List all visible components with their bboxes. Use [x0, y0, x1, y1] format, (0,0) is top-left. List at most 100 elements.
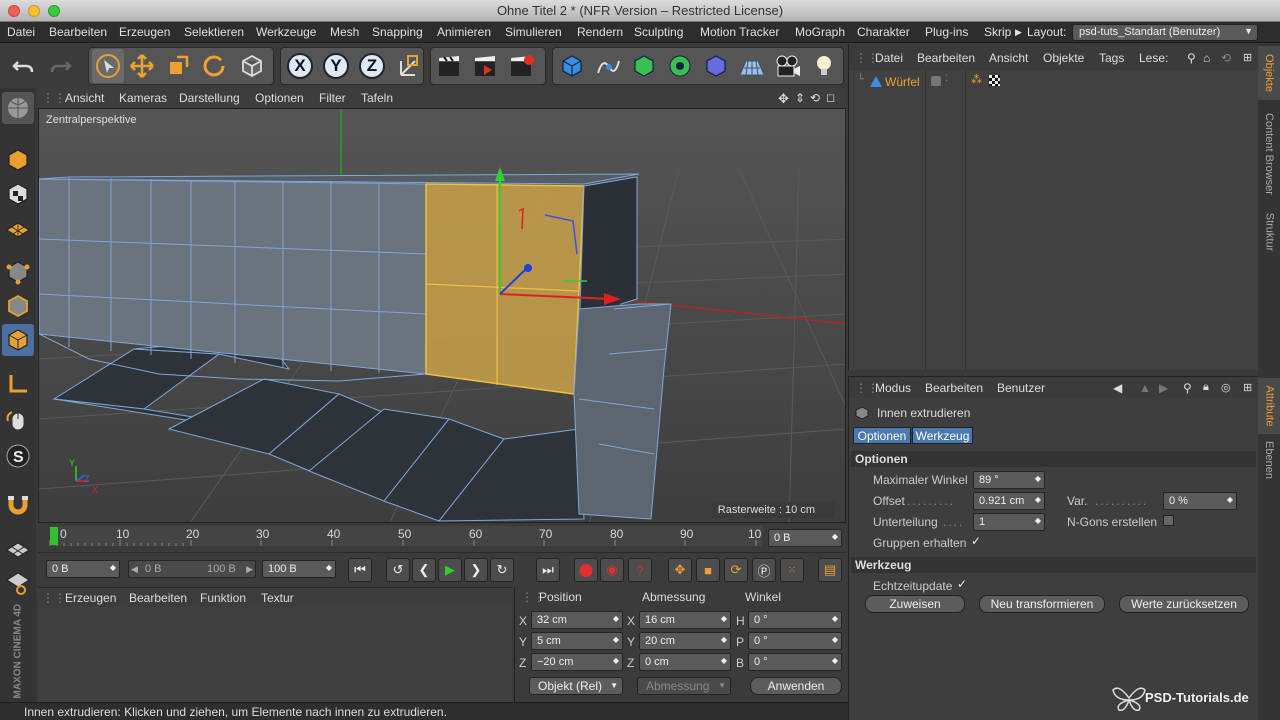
range-right-arrow-icon[interactable]: ▶ — [246, 564, 253, 575]
cloner-button[interactable] — [664, 49, 696, 83]
tab-attribute[interactable]: Attribute — [1258, 378, 1280, 434]
move-button[interactable] — [126, 49, 158, 83]
snap-button[interactable]: S — [2, 440, 34, 472]
reset-values-button[interactable]: Werte zurücksetzen — [1119, 595, 1249, 613]
ngons-checkbox[interactable] — [1163, 515, 1174, 526]
texture-tag-icon[interactable] — [989, 75, 1000, 86]
menu-selektieren[interactable]: Selektieren — [184, 25, 244, 39]
material-menu-funktion[interactable]: Funktion — [200, 591, 246, 605]
size-y-field[interactable]: 20 cm ◆ — [639, 632, 731, 650]
viewport-pan-icon[interactable]: ✥ — [778, 91, 789, 107]
object-list[interactable]: └ Würfel ⁚ ⁂ — [848, 70, 1258, 370]
material-menu-erzeugen[interactable]: Erzeugen — [65, 591, 116, 605]
make-editable-button[interactable] — [2, 92, 34, 124]
object-name[interactable]: Würfel — [885, 75, 920, 89]
forward-arrow-icon[interactable]: ▶ — [1159, 381, 1168, 395]
viewport-menu-ansicht[interactable]: Ansicht — [65, 91, 104, 105]
key-scale-button[interactable]: ■ — [696, 558, 720, 582]
search-icon[interactable]: ⚲ — [1183, 381, 1192, 395]
object-row-wuerfel[interactable]: └ Würfel — [857, 74, 927, 90]
subdivision-field[interactable]: 1 ◆ — [973, 513, 1045, 531]
new-window-icon[interactable]: ⊞ — [1243, 51, 1252, 64]
deformer-button[interactable] — [700, 49, 732, 83]
menu-overflow-arrow-icon[interactable]: ▶ — [1015, 27, 1022, 38]
rot-h-field[interactable]: 0 ° ◆ — [748, 611, 842, 629]
timeline-window-button[interactable]: ▤ — [818, 558, 842, 582]
rot-b-field[interactable]: 0 ° ◆ — [748, 653, 842, 671]
assign-button[interactable]: Zuweisen — [865, 595, 965, 613]
tab-objekte[interactable]: Objekte — [1258, 46, 1280, 100]
tab-werkzeug[interactable]: Werkzeug — [912, 427, 973, 444]
menu-werkzeuge[interactable]: Werkzeuge — [256, 25, 316, 39]
previous-frame-button[interactable]: ❮ — [412, 558, 436, 582]
timeline[interactable]: 0 10 20 30 40 50 60 70 80 90 100 0 B ◆ — [38, 524, 846, 552]
back-icon[interactable]: ⟲ — [1221, 51, 1231, 65]
variation-field[interactable]: 0 % ◆ — [1163, 492, 1237, 510]
record-keys-button[interactable]: ⬤ — [574, 558, 598, 582]
previous-key-button[interactable]: ↺ — [386, 558, 410, 582]
play-button[interactable]: ▶ — [438, 558, 462, 582]
edge-mode-button[interactable] — [2, 290, 34, 322]
tweak-mode-button[interactable] — [2, 404, 34, 436]
render-view-button[interactable] — [434, 49, 466, 83]
camera-button[interactable] — [772, 49, 804, 83]
viewport-menu-darstellung[interactable]: Darstellung — [179, 91, 240, 105]
size-x-field[interactable]: 16 cm ◆ — [639, 611, 731, 629]
point-mode-button[interactable] — [2, 256, 34, 288]
cube-object-button[interactable] — [556, 49, 588, 83]
texture-mode-button[interactable] — [2, 178, 34, 210]
range-left-arrow-icon[interactable]: ◀ — [131, 564, 138, 575]
material-menu-bearbeiten[interactable]: Bearbeiten — [129, 591, 187, 605]
range-slider[interactable]: ◀ 0 B 100 B ▶ — [128, 560, 256, 578]
next-frame-button[interactable]: ❯ — [464, 558, 488, 582]
keep-groups-checkbox[interactable]: ✓ — [971, 534, 981, 548]
size-z-field[interactable]: 0 cm ◆ — [639, 653, 731, 671]
new-window-icon[interactable]: ⊞ — [1243, 381, 1252, 394]
subdivision-surface-button[interactable] — [628, 49, 660, 83]
section-optionen[interactable]: Optionen — [851, 451, 1256, 467]
menu-animieren[interactable]: Animieren — [437, 25, 491, 39]
spline-pen-button[interactable] — [592, 49, 624, 83]
key-parameter-button[interactable]: Ⓟ — [752, 558, 776, 582]
stepper-icon[interactable]: ◆ — [613, 614, 619, 623]
scale-button[interactable] — [162, 49, 194, 83]
visibility-dots-icon[interactable]: ⁚ — [945, 73, 948, 84]
workplane-mode-button[interactable] — [2, 212, 34, 244]
stepper-icon[interactable]: ◆ — [1227, 495, 1233, 504]
stepper-icon[interactable]: ◆ — [832, 635, 838, 644]
menu-motion-tracker[interactable]: Motion Tracker — [700, 25, 779, 39]
object-menu-bearbeiten[interactable]: Bearbeiten — [917, 51, 975, 65]
menu-rendern[interactable]: Rendern — [577, 25, 623, 39]
lock-icon[interactable]: 🔒︎ — [1203, 381, 1209, 394]
tab-content-browser[interactable]: Content Browser — [1258, 104, 1280, 204]
stepper-icon[interactable]: ◆ — [110, 563, 116, 572]
viewport-dolly-icon[interactable]: ⇕ — [795, 91, 805, 105]
model-mode-button[interactable] — [2, 144, 34, 176]
phong-tag-icon[interactable]: ⁂ — [971, 73, 982, 86]
coordinate-mode-select[interactable]: Objekt (Rel) ▼ — [529, 677, 623, 695]
object-menu-objekte[interactable]: Objekte — [1043, 51, 1084, 65]
workplane-rotate-button[interactable] — [2, 566, 34, 598]
layer-icon[interactable] — [931, 76, 941, 86]
stepper-icon[interactable]: ◆ — [721, 614, 727, 623]
apply-button[interactable]: Anwenden — [750, 677, 842, 695]
workplane-lock-button[interactable] — [2, 532, 34, 564]
floor-button[interactable] — [736, 49, 768, 83]
stepper-icon[interactable]: ◆ — [1035, 495, 1041, 504]
stepper-icon[interactable]: ◆ — [721, 656, 727, 665]
go-to-end-button[interactable]: ⏭ — [536, 558, 560, 582]
polygon-mode-button[interactable] — [2, 324, 34, 356]
viewport-menu-tafeln[interactable]: Tafeln — [361, 91, 393, 105]
target-icon[interactable]: ◎ — [1221, 381, 1231, 394]
menu-erzeugen[interactable]: Erzeugen — [119, 25, 170, 39]
stepper-icon[interactable]: ◆ — [832, 656, 838, 665]
menu-sculpting[interactable]: Sculpting — [634, 25, 683, 39]
offset-field[interactable]: 0.921 cm ◆ — [973, 492, 1045, 510]
tab-optionen[interactable]: Optionen — [853, 427, 911, 444]
redo-button[interactable] — [44, 49, 76, 83]
3d-viewport[interactable]: Y Z X Zentralperspektive Rasterweite : 1… — [38, 108, 846, 523]
autokey-button[interactable]: ◉ — [600, 558, 624, 582]
light-button[interactable] — [808, 49, 840, 83]
stepper-icon[interactable]: ◆ — [613, 635, 619, 644]
x-axis-lock-button[interactable]: X — [284, 49, 316, 83]
